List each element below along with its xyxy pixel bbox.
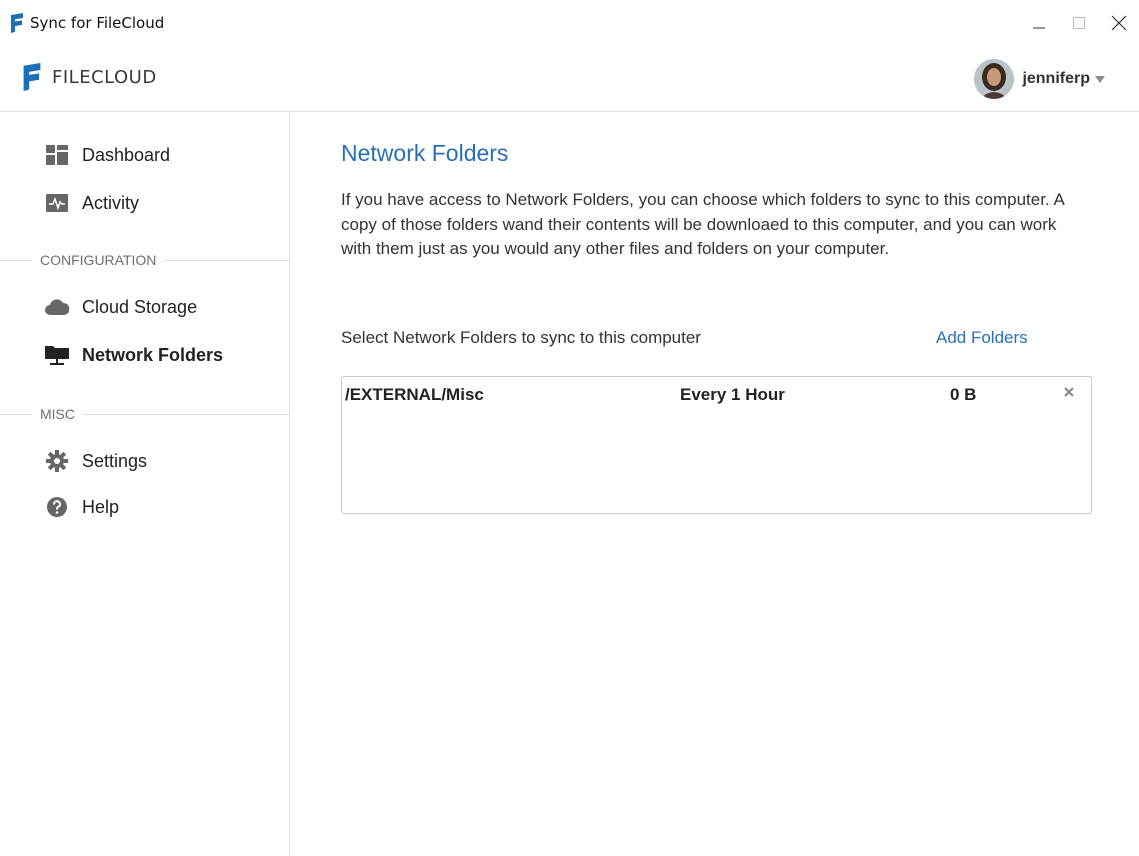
sync-frequency: Every 1 Hour: [680, 385, 785, 404]
sidebar-item-help[interactable]: Help: [44, 496, 119, 518]
filecloud-logo-icon: [23, 63, 41, 91]
page-description: If you have access to Network Folders, y…: [341, 190, 1064, 258]
brand-logo: FILECLOUD: [22, 63, 157, 91]
folder-path: /EXTERNAL/Misc: [345, 385, 484, 404]
divider: [83, 413, 289, 415]
sidebar-item-label: Help: [82, 496, 120, 517]
dashboard-icon: [44, 144, 70, 166]
minimize-button[interactable]: [1019, 0, 1059, 46]
filecloud-app-icon: [11, 13, 23, 33]
brand-name: FILECLOUD: [52, 66, 157, 88]
window-titlebar: Sync for FileCloud: [0, 0, 1139, 46]
maximize-button[interactable]: [1059, 0, 1099, 46]
username: jenniferp: [1022, 70, 1090, 87]
sidebar-item-activity[interactable]: Activity: [44, 192, 139, 214]
sidebar-item-settings[interactable]: Settings: [44, 450, 147, 472]
remove-folder-button[interactable]: [1060, 383, 1078, 401]
user-photo-icon: [974, 59, 1015, 99]
divider: [164, 259, 289, 261]
sidebar: Dashboard Activity CONFIGURATION Cloud S…: [0, 112, 290, 856]
activity-icon: [44, 192, 70, 214]
close-icon: [1064, 387, 1074, 397]
help-icon: [44, 496, 70, 518]
section-configuration: CONFIGURATION: [0, 250, 289, 270]
page-title: Network Folders: [341, 140, 509, 166]
sidebar-item-dashboard[interactable]: Dashboard: [44, 144, 170, 166]
close-icon: [1111, 15, 1127, 31]
divider: [0, 259, 32, 261]
section-misc: MISC: [0, 404, 289, 424]
section-label: MISC: [40, 406, 75, 422]
network-folder-icon: [44, 344, 70, 366]
close-button[interactable]: [1099, 0, 1139, 46]
add-folders-link[interactable]: Add Folders: [936, 328, 1028, 348]
sidebar-item-label: Settings: [82, 450, 148, 471]
cloud-icon: [44, 296, 70, 318]
select-folders-label: Select Network Folders to sync to this c…: [341, 328, 701, 347]
avatar: [974, 59, 1015, 99]
section-label: CONFIGURATION: [40, 252, 157, 268]
divider: [0, 413, 32, 415]
maximize-icon: [1073, 17, 1085, 29]
sidebar-item-label: Activity: [82, 192, 140, 213]
network-folders-list: /EXTERNAL/Misc Every 1 Hour 0 B: [341, 376, 1092, 514]
minimize-icon: [1033, 27, 1045, 29]
sidebar-item-label: Network Folders: [82, 344, 224, 365]
sidebar-item-label: Dashboard: [82, 144, 171, 165]
sidebar-item-network-folders[interactable]: Network Folders: [44, 344, 223, 366]
sidebar-item-cloud-storage[interactable]: Cloud Storage: [44, 296, 197, 318]
gear-icon: [44, 450, 70, 472]
app-header: FILECLOUD jenniferp: [0, 46, 1139, 112]
user-menu[interactable]: jenniferp: [974, 59, 1105, 99]
folder-size: 0 B: [950, 385, 977, 404]
window-controls: [1019, 0, 1139, 46]
chevron-down-icon: [1095, 75, 1105, 83]
sidebar-item-label: Cloud Storage: [82, 296, 198, 317]
window-title: Sync for FileCloud: [30, 14, 165, 32]
list-item: /EXTERNAL/Misc Every 1 Hour 0 B: [342, 377, 1091, 411]
